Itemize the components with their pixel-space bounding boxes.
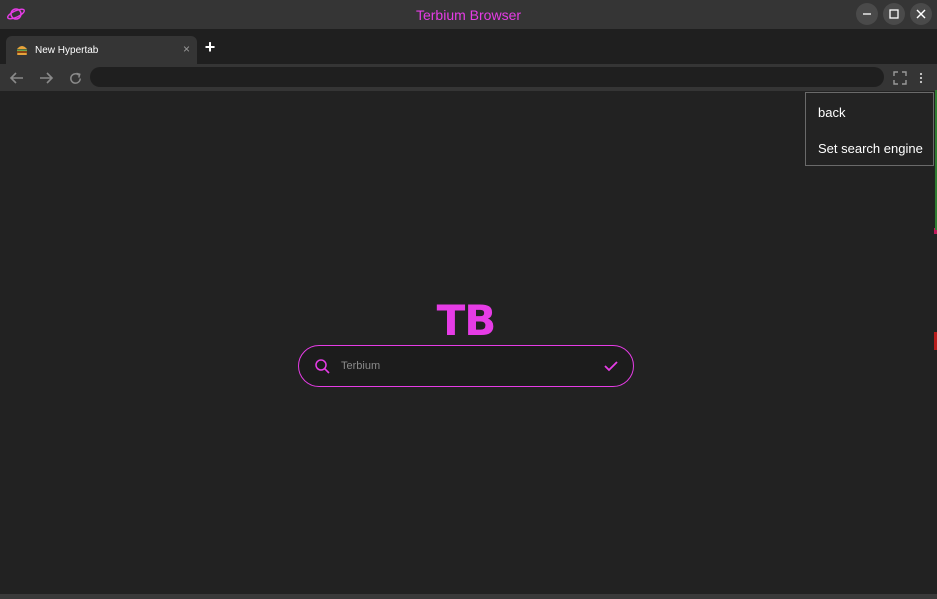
menu-button[interactable] bbox=[912, 69, 930, 87]
fullscreen-button[interactable] bbox=[891, 69, 909, 87]
browser-menu: back Set search engine bbox=[805, 92, 934, 166]
tb-logo: TB bbox=[436, 296, 497, 345]
search-input[interactable] bbox=[341, 356, 591, 376]
address-bar[interactable] bbox=[90, 67, 884, 87]
maximize-button[interactable] bbox=[883, 3, 905, 25]
reload-icon bbox=[69, 72, 81, 84]
arrow-right-icon bbox=[40, 72, 54, 84]
close-icon bbox=[916, 9, 926, 19]
title-bar: Terbium Browser bbox=[0, 0, 937, 29]
search-icon bbox=[315, 359, 330, 374]
minimize-button[interactable] bbox=[856, 3, 878, 25]
window-title: Terbium Browser bbox=[415, 6, 522, 23]
back-button[interactable] bbox=[8, 69, 26, 87]
planet-icon[interactable] bbox=[6, 5, 26, 23]
kebab-menu-icon bbox=[919, 72, 923, 84]
burger-favicon-icon bbox=[17, 46, 27, 55]
tab-close-icon[interactable]: × bbox=[183, 42, 190, 56]
window-controls bbox=[856, 3, 932, 25]
reload-button[interactable] bbox=[66, 69, 84, 87]
bottom-strip bbox=[0, 594, 937, 599]
menu-item-set-search-engine[interactable]: Set search engine bbox=[818, 141, 923, 156]
tab-new-hypertab[interactable]: New Hypertab × bbox=[6, 36, 197, 64]
tab-strip: New Hypertab × + bbox=[0, 29, 937, 64]
maximize-icon bbox=[889, 9, 899, 19]
minimize-icon bbox=[863, 13, 871, 15]
check-icon[interactable] bbox=[603, 359, 619, 373]
navigation-toolbar bbox=[0, 64, 937, 91]
tab-title: New Hypertab bbox=[35, 44, 99, 56]
menu-item-back[interactable]: back bbox=[818, 105, 845, 120]
close-window-button[interactable] bbox=[910, 3, 932, 25]
search-box[interactable] bbox=[298, 345, 634, 387]
forward-button[interactable] bbox=[37, 69, 55, 87]
arrow-left-icon bbox=[9, 72, 23, 84]
new-tab-button[interactable]: + bbox=[201, 38, 219, 56]
fullscreen-icon bbox=[893, 71, 907, 85]
